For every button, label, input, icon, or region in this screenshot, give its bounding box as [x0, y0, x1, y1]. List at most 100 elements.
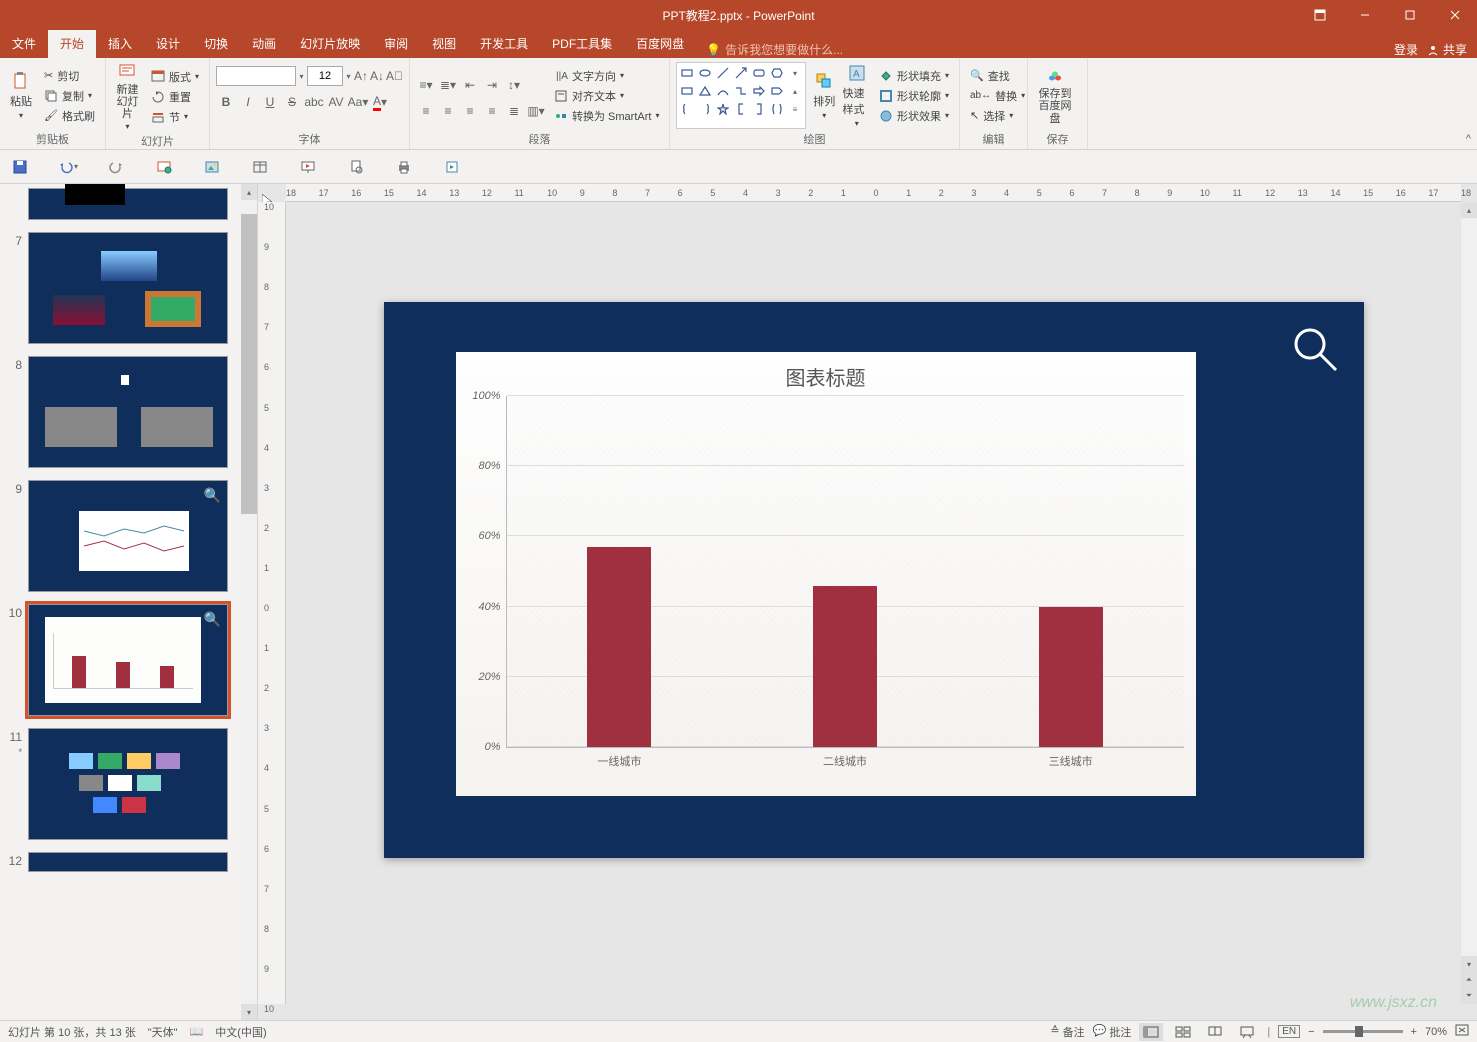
strikethrough-button[interactable]: S: [282, 92, 302, 112]
tab-view[interactable]: 视图: [420, 29, 468, 58]
format-painter-button[interactable]: 🖌格式刷: [40, 107, 99, 125]
qat-present-button[interactable]: [296, 155, 320, 179]
columns-button[interactable]: ▥▾: [526, 101, 546, 121]
shape-rectangle[interactable]: [679, 65, 695, 81]
numbering-button[interactable]: ≣▾: [438, 75, 458, 95]
tab-design[interactable]: 设计: [144, 29, 192, 58]
qat-redo-button[interactable]: [104, 155, 128, 179]
font-color-button[interactable]: A▾: [370, 92, 390, 112]
close-button[interactable]: [1432, 0, 1477, 30]
collapse-ribbon-button[interactable]: ^: [1466, 133, 1471, 145]
convert-smartart-button[interactable]: 转换为 SmartArt▾: [550, 107, 663, 125]
layout-button[interactable]: 版式▾: [147, 68, 203, 86]
qat-print-button[interactable]: [392, 155, 416, 179]
increase-indent-button[interactable]: ⇥: [482, 75, 502, 95]
minimize-button[interactable]: [1342, 0, 1387, 30]
tell-me-search[interactable]: 💡 告诉我您想要做什么...: [696, 41, 843, 58]
shape-effects-button[interactable]: 形状效果▾: [875, 107, 953, 125]
zoom-level[interactable]: 70%: [1425, 1026, 1447, 1038]
tab-transitions[interactable]: 切换: [192, 29, 240, 58]
notes-button[interactable]: ≙ 备注: [1050, 1024, 1084, 1040]
qat-table-button[interactable]: [248, 155, 272, 179]
scroll-up-button[interactable]: ▴: [1461, 202, 1477, 218]
slide-thumbnail-10[interactable]: 🔍: [28, 604, 228, 716]
align-text-button[interactable]: 对齐文本▾: [550, 87, 663, 105]
shape-plaque[interactable]: [679, 83, 695, 99]
slide-counter[interactable]: 幻灯片 第 10 张，共 13 张: [8, 1024, 136, 1040]
maximize-button[interactable]: [1387, 0, 1432, 30]
font-family-dropdown[interactable]: ▾: [298, 66, 305, 86]
justify-button[interactable]: ≡: [482, 101, 502, 121]
shape-bracket-r[interactable]: [751, 101, 767, 117]
ribbon-display-options[interactable]: [1297, 0, 1342, 30]
slide-thumbnail-9[interactable]: 🔍: [28, 480, 228, 592]
shape-line[interactable]: [715, 65, 731, 81]
slide-thumbnail-12-partial[interactable]: [28, 852, 228, 872]
horizontal-ruler[interactable]: 1817161514131211109876543210123456789101…: [286, 184, 1461, 202]
login-link[interactable]: 登录: [1394, 41, 1418, 58]
font-family-select[interactable]: [216, 66, 296, 86]
text-direction-button[interactable]: ||A文字方向▾: [550, 67, 663, 85]
qat-print-preview-button[interactable]: [344, 155, 368, 179]
shape-bracket-l[interactable]: [733, 101, 749, 117]
copy-button[interactable]: 复制▾: [40, 87, 99, 105]
tab-baidu[interactable]: 百度网盘: [624, 29, 696, 58]
slide-thumbnail-8[interactable]: [28, 356, 228, 468]
italic-button[interactable]: I: [238, 92, 258, 112]
language-indicator[interactable]: 中文(中国): [215, 1024, 266, 1040]
save-to-baidu-button[interactable]: 保存到 百度网盘: [1034, 62, 1076, 129]
ime-indicator[interactable]: EN: [1278, 1025, 1300, 1038]
shapes-gallery-expand[interactable]: ≡: [787, 101, 803, 117]
new-slide-button[interactable]: 新建 幻灯片 ▾: [112, 62, 143, 131]
align-center-button[interactable]: ≡: [438, 101, 458, 121]
tab-pdf[interactable]: PDF工具集: [540, 29, 624, 58]
qat-undo-button[interactable]: ▾: [56, 155, 80, 179]
chart-object[interactable]: 图表标题 0%20%40%60%80%100%一线城市二线城市三线城市: [456, 352, 1196, 796]
reset-button[interactable]: 重置: [147, 88, 203, 106]
share-button[interactable]: 共享: [1426, 41, 1467, 58]
qat-save-button[interactable]: [8, 155, 32, 179]
distribute-button[interactable]: ≣: [504, 101, 524, 121]
shape-brace-r[interactable]: [697, 101, 713, 117]
editor-vertical-scrollbar[interactable]: ▴ ▾ ⏶ ⏷: [1461, 202, 1477, 1004]
tab-review[interactable]: 审阅: [372, 29, 420, 58]
zoom-slider[interactable]: [1323, 1030, 1403, 1033]
text-shadow-button[interactable]: abc: [304, 92, 324, 112]
font-size-dropdown[interactable]: ▾: [345, 66, 352, 86]
shape-oval[interactable]: [697, 65, 713, 81]
next-slide-button[interactable]: ⏷: [1461, 988, 1477, 1004]
shape-pentagon[interactable]: [769, 83, 785, 99]
shape-curve[interactable]: [715, 83, 731, 99]
shape-arrow[interactable]: [733, 65, 749, 81]
shape-rounded-rect[interactable]: [751, 65, 767, 81]
qat-picture-button[interactable]: [200, 155, 224, 179]
qat-export-button[interactable]: [440, 155, 464, 179]
thumbnails-scrollbar[interactable]: ▴ ▾: [241, 184, 257, 1020]
tab-slideshow[interactable]: 幻灯片放映: [288, 29, 372, 58]
align-right-button[interactable]: ≡: [460, 101, 480, 121]
zoom-out-button[interactable]: −: [1308, 1026, 1314, 1038]
find-button[interactable]: 🔍查找: [966, 67, 1029, 85]
fit-to-window-button[interactable]: [1455, 1024, 1469, 1039]
tab-home[interactable]: 开始: [48, 29, 96, 58]
zoom-in-button[interactable]: +: [1411, 1026, 1417, 1038]
qat-new-slide-button[interactable]: [152, 155, 176, 179]
scroll-down-button[interactable]: ▾: [1461, 956, 1477, 972]
canvas-viewport[interactable]: 图表标题 0%20%40%60%80%100%一线城市二线城市三线城市: [286, 202, 1461, 1004]
shape-hexagon[interactable]: [769, 65, 785, 81]
shapes-more-row2[interactable]: ▴: [787, 83, 803, 99]
normal-view-button[interactable]: [1139, 1023, 1163, 1041]
shape-brace-l[interactable]: [679, 101, 695, 117]
shrink-font-button[interactable]: A↓: [370, 66, 384, 86]
slideshow-view-button[interactable]: [1235, 1023, 1259, 1041]
shapes-gallery[interactable]: ▾ ▴ ≡: [676, 62, 806, 129]
tab-developer[interactable]: 开发工具: [468, 29, 540, 58]
shape-star[interactable]: [715, 101, 731, 117]
clear-formatting-button[interactable]: A⃠: [386, 66, 403, 86]
shape-brace-pair[interactable]: [769, 101, 785, 117]
quick-styles-button[interactable]: A 快速样式 ▾: [842, 62, 870, 129]
shape-fill-button[interactable]: 形状填充▾: [875, 67, 953, 85]
slide-canvas[interactable]: 图表标题 0%20%40%60%80%100%一线城市二线城市三线城市: [384, 302, 1364, 858]
shapes-more-row1[interactable]: ▾: [787, 65, 803, 81]
character-spacing-button[interactable]: AV: [326, 92, 346, 112]
